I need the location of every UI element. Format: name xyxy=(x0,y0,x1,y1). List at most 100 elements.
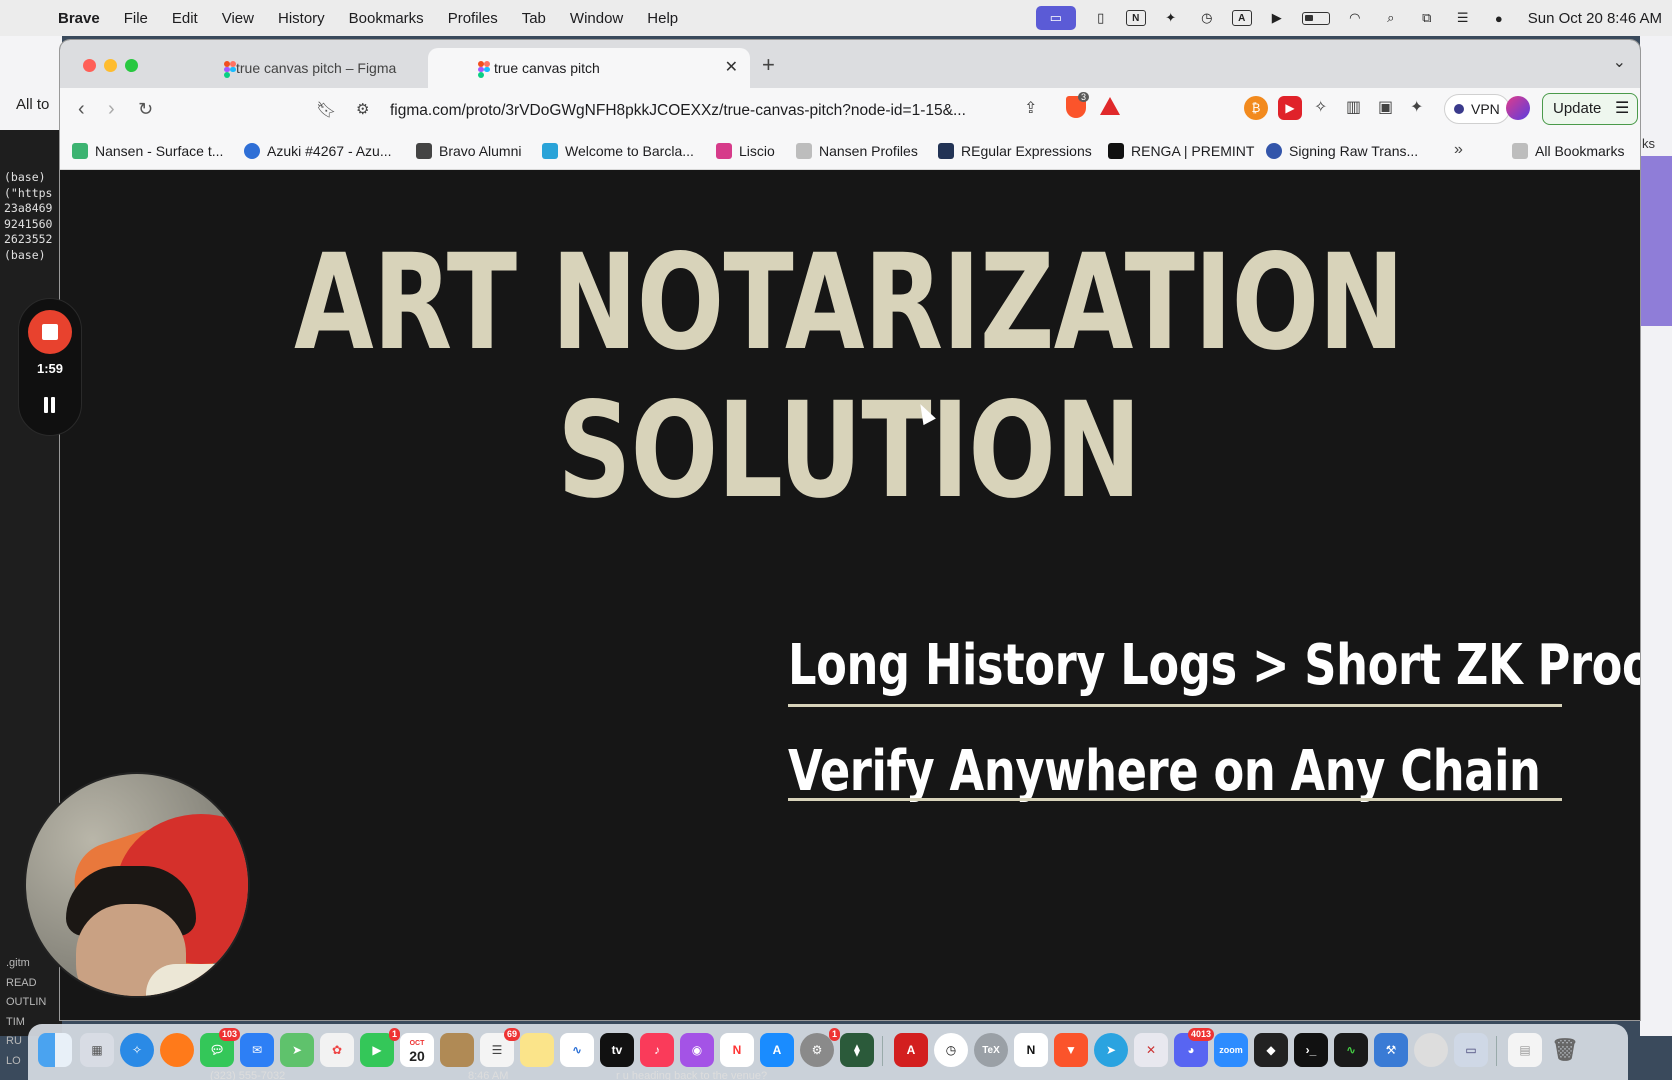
wifi-icon[interactable]: ◠ xyxy=(1344,9,1366,27)
tab-figma-file[interactable]: true canvas pitch – Figma xyxy=(172,48,426,88)
appletv-icon[interactable]: tv xyxy=(600,1033,634,1067)
menu-profiles[interactable]: Profiles xyxy=(448,10,498,27)
xcode-icon[interactable]: ⚒ xyxy=(1374,1033,1408,1067)
reload-button[interactable]: ↻ xyxy=(138,99,153,120)
acrobat-icon[interactable]: A xyxy=(894,1033,928,1067)
battery-icon[interactable] xyxy=(1301,11,1330,25)
maps-icon[interactable]: ➤ xyxy=(280,1033,314,1067)
xmind-icon[interactable]: ✕ xyxy=(1134,1033,1168,1067)
freeform-icon[interactable]: ∿ xyxy=(560,1033,594,1067)
notes-icon[interactable] xyxy=(520,1033,554,1067)
search-icon[interactable]: ⌕ xyxy=(1380,9,1402,27)
brave-rewards-icon[interactable] xyxy=(1100,97,1120,115)
screen-share-icon[interactable]: ▭ xyxy=(1035,6,1076,30)
update-button[interactable]: Update xyxy=(1542,93,1639,125)
webcam-bubble[interactable] xyxy=(24,772,250,998)
vpn-button[interactable]: VPN xyxy=(1444,94,1510,124)
launchpad-icon[interactable]: ▦ xyxy=(80,1033,114,1067)
file-item[interactable]: READ xyxy=(6,974,62,994)
control-center-icon[interactable]: ☰ xyxy=(1452,9,1474,27)
menu-help[interactable]: Help xyxy=(647,10,678,27)
bookmark-item[interactable]: Nansen Profiles xyxy=(796,143,918,159)
notion-app-icon[interactable]: N xyxy=(1014,1033,1048,1067)
menu-tab[interactable]: Tab xyxy=(522,10,546,27)
trash-icon[interactable]: 🗑︎ xyxy=(1548,1033,1582,1067)
app-store-icon[interactable]: A xyxy=(760,1033,794,1067)
sidebar-icon[interactable]: ▥ xyxy=(1346,97,1361,117)
prototype-slide[interactable]: ART NOTARIZATION SOLUTION Long History L… xyxy=(60,171,1640,1020)
bookmark-item[interactable]: Nansen - Surface t... xyxy=(72,143,223,159)
bookmark-item[interactable]: Signing Raw Trans... xyxy=(1266,143,1418,159)
maximize-window-button[interactable] xyxy=(125,59,138,72)
terminal-icon[interactable]: ›_ xyxy=(1294,1033,1328,1067)
menu-edit[interactable]: Edit xyxy=(172,10,198,27)
reminders-icon[interactable]: ☰ 69 xyxy=(480,1028,520,1067)
notion-icon[interactable]: N xyxy=(1125,10,1146,26)
bookmark-item[interactable]: Welcome to Barcla... xyxy=(542,143,694,159)
close-window-button[interactable] xyxy=(83,59,96,72)
calendar-icon[interactable]: OCT 20 xyxy=(400,1033,434,1067)
leo-ai-icon[interactable]: ✦ xyxy=(1410,97,1423,117)
youtube-extension-icon[interactable]: ▶ xyxy=(1278,96,1302,120)
activity-monitor-icon[interactable]: ∿ xyxy=(1334,1033,1368,1067)
address-bar-url[interactable]: figma.com/proto/3rVDoGWgNFH8pkkJCOEXXz/t… xyxy=(390,102,990,120)
clock-app-icon[interactable]: ◷ xyxy=(934,1033,968,1067)
brave-icon[interactable]: ▼ xyxy=(1054,1033,1088,1067)
play-icon[interactable]: ▶ xyxy=(1266,9,1288,27)
assistant-icon[interactable]: ✦ xyxy=(1160,9,1182,27)
document-icon[interactable]: ▯ xyxy=(1090,9,1112,27)
wallet-icon[interactable]: ▣ xyxy=(1378,97,1393,117)
menu-app-name[interactable]: Brave xyxy=(58,10,100,27)
podcasts-icon[interactable]: ◉ xyxy=(680,1033,714,1067)
bookmark-item[interactable]: Bravo Alumni xyxy=(416,143,521,159)
menu-history[interactable]: History xyxy=(278,10,325,27)
tab-search-chevron-icon[interactable]: ⌄ xyxy=(1613,52,1626,72)
photos-icon[interactable]: ✿ xyxy=(320,1033,354,1067)
activity-app-icon[interactable]: ⧫ xyxy=(840,1033,874,1067)
music-icon[interactable]: ♪ xyxy=(640,1033,674,1067)
menu-view[interactable]: View xyxy=(222,10,254,27)
time-machine-icon[interactable]: ◷ xyxy=(1196,9,1218,27)
bookmark-icon[interactable]: 🔖︎ xyxy=(316,100,336,120)
all-bookmarks-folder[interactable]: All Bookmarks xyxy=(1512,143,1624,159)
preview-icon[interactable]: ▭ xyxy=(1454,1033,1488,1067)
tab-prototype[interactable]: true canvas pitch ✕ xyxy=(428,48,750,88)
bookmark-item[interactable]: Azuki #4267 - Azu... xyxy=(244,143,392,159)
messages-icon[interactable]: 💬︎ 103 xyxy=(200,1028,240,1067)
back-button[interactable]: ‹ xyxy=(78,98,85,121)
tex-app-icon[interactable]: TeX xyxy=(974,1033,1008,1067)
firefox-icon[interactable] xyxy=(160,1033,194,1067)
safari-icon[interactable]: ✧ xyxy=(120,1033,154,1067)
menu-file[interactable]: File xyxy=(124,10,148,27)
cube-app-icon[interactable]: ◆ xyxy=(1254,1033,1288,1067)
siri-icon[interactable]: ● xyxy=(1488,9,1510,27)
close-tab-icon[interactable]: ✕ xyxy=(725,57,738,77)
extension-icon[interactable]: ₿ xyxy=(1244,96,1268,120)
input-source-icon[interactable]: A xyxy=(1231,10,1252,26)
telegram-icon[interactable]: ➤ xyxy=(1094,1033,1128,1067)
share-icon[interactable]: ⇪ xyxy=(1024,98,1037,118)
menubar-clock[interactable]: Sun Oct 20 8:46 AM xyxy=(1528,10,1662,27)
discord-icon[interactable]: ◕ 4013 xyxy=(1174,1028,1214,1067)
bookmark-item[interactable]: RENGA | PREMINT xyxy=(1108,143,1254,159)
menu-bookmarks[interactable]: Bookmarks xyxy=(349,10,424,27)
file-item[interactable]: OUTLIN xyxy=(6,993,62,1013)
installer-icon[interactable] xyxy=(1414,1033,1448,1067)
system-settings-icon[interactable]: ⚙ 1 xyxy=(800,1028,840,1067)
downloads-stack-icon[interactable]: ▤ xyxy=(1508,1033,1542,1067)
forward-button[interactable]: › xyxy=(108,98,115,121)
zoom-icon[interactable]: zoom xyxy=(1214,1033,1248,1067)
facetime-icon[interactable]: ▶ 1 xyxy=(360,1028,400,1067)
pause-recording-button[interactable] xyxy=(43,397,57,413)
minimize-window-button[interactable] xyxy=(104,59,117,72)
site-settings-icon[interactable]: ⚙ xyxy=(356,100,369,118)
news-icon[interactable]: N xyxy=(720,1033,754,1067)
stop-recording-button[interactable] xyxy=(28,310,72,354)
more-bookmarks-chevron-icon[interactable]: » xyxy=(1454,141,1463,159)
profile-avatar-icon[interactable] xyxy=(1506,96,1530,120)
bookmark-item[interactable]: Liscio xyxy=(716,143,775,159)
bookmark-item[interactable]: REgular Expressions xyxy=(938,143,1092,159)
new-tab-button[interactable]: + xyxy=(762,52,775,78)
finder-icon[interactable] xyxy=(38,1033,72,1067)
mail-icon[interactable]: ✉ xyxy=(240,1033,274,1067)
